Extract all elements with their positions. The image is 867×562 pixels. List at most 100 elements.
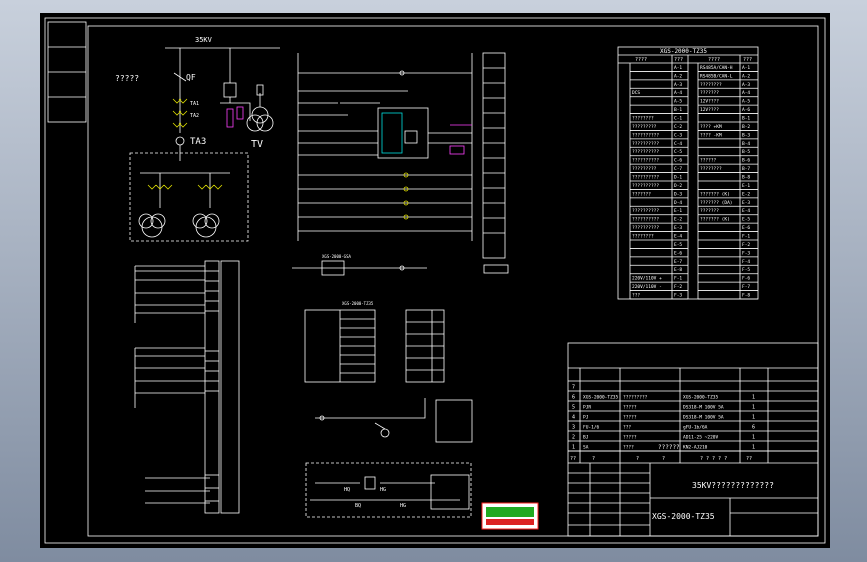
table-cell-right-text: ??????? (DA) (700, 200, 733, 206)
drawing-number: XGS-2000-TZ35 (652, 512, 715, 521)
table-cell-right-code: B-6 (742, 158, 750, 164)
table-cell-right-code: F-8 (742, 293, 750, 299)
table-cell-left-text: DCS (632, 90, 640, 96)
table-cell-right-code: A-1 (742, 65, 750, 71)
bom-cell-model: DS318-M 100V 5A (683, 415, 724, 421)
bom-cell-qty: 1 (752, 415, 755, 421)
table-cell-right-code: A-3 (742, 82, 750, 88)
bom-cell-qty: 6 (752, 425, 755, 431)
table-cell-right-text: ??????? (K) (700, 217, 730, 223)
bom-cell-name: ???? (623, 445, 634, 451)
bom-cell-qty: 1 (752, 395, 755, 401)
table-cell-left-text: ???????? (632, 234, 654, 240)
bom-cell-model: gFU-1b/6A (683, 425, 708, 431)
table-cell-left-code: A-1 (674, 65, 682, 71)
bom-cell-qty: 1 (752, 405, 755, 411)
table-cell-right-code: E-5 (742, 217, 750, 223)
table-header-3: ???? (708, 57, 720, 63)
bom-cell-model: DS318-M 100V 5A (683, 405, 724, 411)
table-cell-left-text: ?????????? (632, 183, 659, 189)
drawing-title: 35KV????????????? (692, 481, 774, 490)
svg-text:TA1: TA1 (190, 101, 199, 107)
table-cell-left-code: E-4 (674, 234, 682, 240)
table-cell-right-code: B-5 (742, 149, 750, 155)
relay-label-1: HQ (344, 487, 350, 493)
table-cell-left-code: E-1 (674, 208, 682, 214)
table-cell-left-code: D-2 (674, 183, 682, 189)
table-cell-left-code: F-2 (674, 284, 682, 290)
table-cell-left-text: ?????????? (632, 225, 659, 231)
bom-cell-code: PJ (583, 415, 589, 421)
table-cell-right-text: 12V???? (700, 99, 719, 105)
control-circuit: XGS-2000-GSA (292, 52, 509, 276)
table-cell-left-code: C-2 (674, 124, 682, 130)
table-cell-left-code: E-5 (674, 242, 682, 248)
breaker-label: QF (186, 73, 196, 82)
table-cell-left-code: F-1 (674, 276, 682, 282)
table-cell-left-text: 220V/110V - (632, 284, 662, 290)
table-cell-left-code: D-1 (674, 175, 682, 181)
table-cell-left-code: A-4 (674, 90, 682, 96)
bom-header-1: ?? (570, 456, 576, 462)
table-cell-right-code: B-8 (742, 175, 750, 181)
primary-diagram: 35KV ????? QF TA1 TA2 TA3 TV (115, 36, 280, 242)
table-cell-right-code: E-2 (742, 191, 750, 197)
sub-panels: XGS-2000-TZ35 HQ HG BQ HG (304, 301, 539, 530)
bom-header-4: ? (662, 456, 665, 462)
table-cell-right-text: RS485B/CAN-L (700, 73, 733, 79)
relay-label-2: HG (380, 487, 386, 493)
table-cell-right-code: E-1 (742, 183, 750, 189)
table-cell-right-text: ??????? (700, 208, 719, 214)
table-cell-right-text: ??????? (700, 90, 719, 96)
bom-cell-no: 4 (572, 415, 575, 421)
bom-cell-name: ????? (623, 415, 637, 421)
bom-cell-code: PJR (583, 405, 591, 411)
vt-label: TV (251, 139, 263, 150)
table-cell-left-text: ????????? (632, 124, 657, 130)
bom-cell-code: BJ (583, 435, 589, 441)
bom-cell-no: 1 (572, 445, 575, 451)
function-table: XGS-2000-TZ35 ???? ??? ???? ??? A-1 A-2 A-… (617, 46, 759, 300)
relay-label-4: HG (400, 503, 406, 509)
table-cell-right-code: A-5 (742, 99, 750, 105)
table-cell-right-code: B-7 (742, 166, 750, 172)
table-cell-left-text: ??? (632, 293, 640, 299)
sub-box-title: XGS-2000-TZ35 (342, 301, 374, 306)
bom-cell-name: ????????? (623, 395, 648, 401)
table-cell-left-text: 220V/110V + (632, 276, 662, 282)
left-note: ????? (115, 74, 139, 83)
relay-label-3: BQ (355, 503, 361, 509)
bom-cell-code: FU-1/6 (583, 425, 600, 431)
bom-header-2: ? (592, 456, 595, 462)
table-cell-right-text: ?????? (700, 158, 717, 164)
bill-of-materials: ?????? 35KV????????????? XGS-2000-TZ35 ?… (567, 342, 819, 537)
bom-header-6: ?? (746, 456, 752, 462)
table-cell-right-code: B-2 (742, 124, 750, 130)
bom-cell-no: 3 (572, 425, 575, 431)
drawing-sheet: 35KV ????? QF TA1 TA2 TA3 TV XGS-2000-GS… (40, 13, 830, 548)
table-cell-left-text: ???????? (632, 116, 654, 122)
table-cell-left-text: ?????????? (632, 217, 659, 223)
ct-label: TA3 (190, 137, 206, 147)
table-cell-left-code: C-3 (674, 132, 682, 138)
table-cell-right-text: RS485A/CAN-H (700, 65, 733, 71)
table-cell-left-text: ??????? (632, 191, 651, 197)
left-margin-strip (47, 21, 87, 123)
table-cell-left-code: D-3 (674, 191, 682, 197)
bom-cell-code: XGS-2000-TZ35 (583, 395, 619, 401)
table-cell-right-code: A-2 (742, 73, 750, 79)
table-cell-right-code: F-2 (742, 242, 750, 248)
table-cell-right-code: E-3 (742, 200, 750, 206)
table-cell-left-code: E-8 (674, 267, 682, 273)
bom-cell-name: ????? (623, 435, 637, 441)
table-cell-left-code: E-6 (674, 250, 682, 256)
bom-cell-code: SA (583, 445, 589, 451)
table-header-2: ??? (674, 57, 683, 63)
table-cell-left-text: ?????????? (632, 175, 659, 181)
bom-header-5: ? ? ? ? ? (700, 456, 727, 462)
bom-cell-model: KN2-AJ210 (683, 445, 708, 451)
table-cell-left-code: C-7 (674, 166, 682, 172)
table-cell-right-text: ??????? (K) (700, 191, 730, 197)
bom-caption: ?????? (658, 444, 680, 451)
remote-box-label: XGS-2000-GSA (322, 254, 351, 259)
